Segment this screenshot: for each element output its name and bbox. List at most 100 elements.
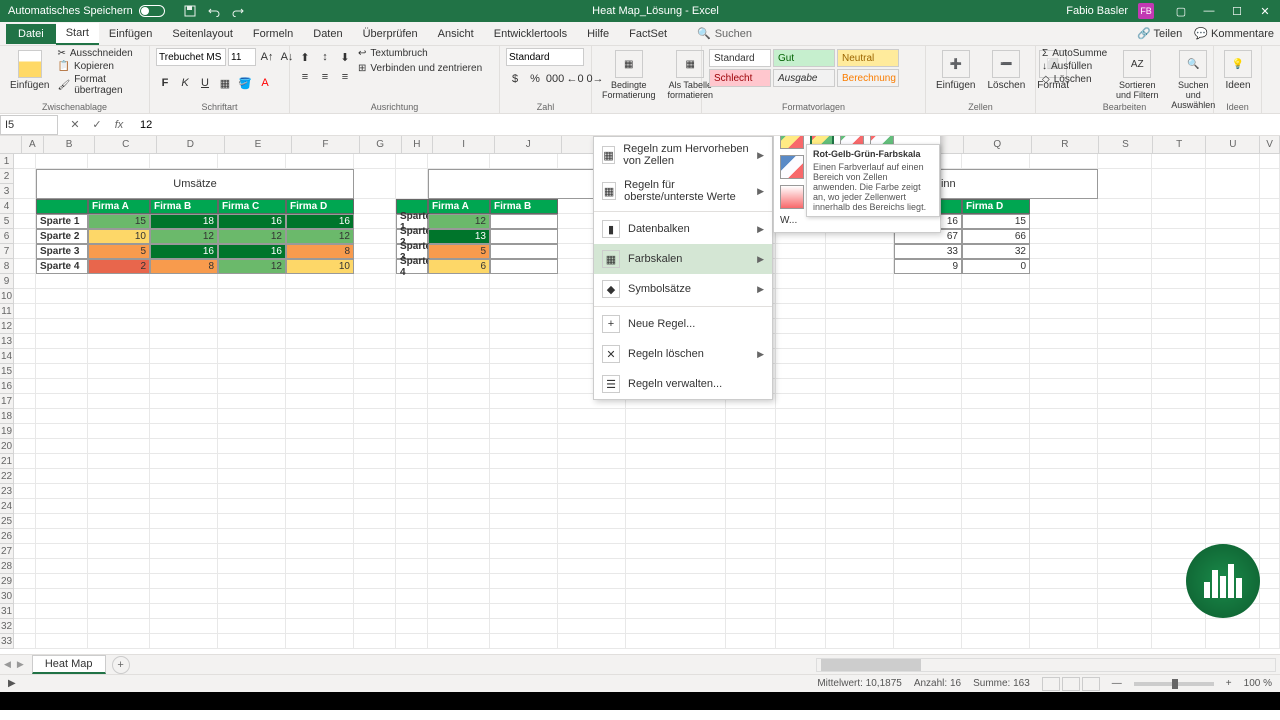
cell-T24[interactable]: [1152, 499, 1206, 514]
cell-I21[interactable]: [428, 454, 490, 469]
row-header-16[interactable]: 16: [0, 379, 14, 394]
cell-U9[interactable]: [1206, 274, 1260, 289]
cell-I6[interactable]: 13: [428, 229, 490, 244]
cell-U33[interactable]: [1206, 634, 1260, 649]
cell-Q21[interactable]: [962, 454, 1030, 469]
cell-H13[interactable]: [396, 334, 428, 349]
row-header-30[interactable]: 30: [0, 589, 14, 604]
cell-F17[interactable]: [286, 394, 354, 409]
cell-G27[interactable]: [354, 544, 396, 559]
cell-V13[interactable]: [1260, 334, 1280, 349]
row-header-13[interactable]: 13: [0, 334, 14, 349]
delete-cells-button[interactable]: ➖Löschen: [983, 48, 1029, 93]
cell-U23[interactable]: [1206, 484, 1260, 499]
wrap-text-button[interactable]: ↩ Textumbruch: [358, 48, 482, 59]
italic-button[interactable]: K: [176, 74, 194, 92]
col-header-G[interactable]: G: [360, 136, 402, 153]
cell-D7[interactable]: 16: [150, 244, 218, 259]
cell-B32[interactable]: [36, 619, 88, 634]
number-format-select[interactable]: [506, 48, 584, 66]
scale-white-red[interactable]: [780, 185, 804, 209]
cell-R24[interactable]: [1030, 499, 1098, 514]
cell-D19[interactable]: [150, 424, 218, 439]
cell-F18[interactable]: [286, 409, 354, 424]
select-all-corner[interactable]: [0, 136, 22, 153]
cell-F21[interactable]: [286, 454, 354, 469]
cell-N27[interactable]: [776, 544, 826, 559]
cell-C31[interactable]: [88, 604, 150, 619]
cell-D26[interactable]: [150, 529, 218, 544]
cell-P31[interactable]: [894, 604, 962, 619]
cell-H24[interactable]: [396, 499, 428, 514]
cell-I9[interactable]: [428, 274, 490, 289]
cell-A12[interactable]: [14, 319, 36, 334]
cell-R6[interactable]: [1030, 229, 1098, 244]
cell-L32[interactable]: [626, 619, 726, 634]
cell-V33[interactable]: [1260, 634, 1280, 649]
fill-button[interactable]: ↓ Ausfüllen: [1042, 61, 1107, 72]
cell-G4[interactable]: [354, 199, 396, 214]
cell-H32[interactable]: [396, 619, 428, 634]
cell-E23[interactable]: [218, 484, 286, 499]
cell-B2[interactable]: Umsätze: [36, 169, 354, 199]
cell-P33[interactable]: [894, 634, 962, 649]
cell-K22[interactable]: [558, 469, 626, 484]
cell-M22[interactable]: [726, 469, 776, 484]
cell-U11[interactable]: [1206, 304, 1260, 319]
tab-factset[interactable]: FactSet: [619, 24, 677, 44]
row-header-21[interactable]: 21: [0, 454, 14, 469]
cell-S6[interactable]: [1098, 229, 1152, 244]
cell-N11[interactable]: [776, 304, 826, 319]
cell-B13[interactable]: [36, 334, 88, 349]
cell-K21[interactable]: [558, 454, 626, 469]
cell-K32[interactable]: [558, 619, 626, 634]
cell-R5[interactable]: [1030, 214, 1098, 229]
cell-J18[interactable]: [490, 409, 558, 424]
cell-I1[interactable]: [428, 154, 490, 169]
row-header-23[interactable]: 23: [0, 484, 14, 499]
cell-B33[interactable]: [36, 634, 88, 649]
menu-new-rule[interactable]: +Neue Regel...: [594, 309, 772, 339]
zoom-in-icon[interactable]: +: [1226, 678, 1232, 689]
cell-P10[interactable]: [894, 289, 962, 304]
cell-G25[interactable]: [354, 514, 396, 529]
cell-D8[interactable]: 8: [150, 259, 218, 274]
row-header-31[interactable]: 31: [0, 604, 14, 619]
cell-I25[interactable]: [428, 514, 490, 529]
cell-T33[interactable]: [1152, 634, 1206, 649]
col-header-D[interactable]: D: [157, 136, 225, 153]
cell-I11[interactable]: [428, 304, 490, 319]
cell-E28[interactable]: [218, 559, 286, 574]
cell-A25[interactable]: [14, 514, 36, 529]
file-tab[interactable]: Datei: [6, 24, 56, 44]
cell-Q29[interactable]: [962, 574, 1030, 589]
cell-V10[interactable]: [1260, 289, 1280, 304]
cell-U12[interactable]: [1206, 319, 1260, 334]
cell-O11[interactable]: [826, 304, 894, 319]
cell-P17[interactable]: [894, 394, 962, 409]
cell-P20[interactable]: [894, 439, 962, 454]
cell-D1[interactable]: [150, 154, 218, 169]
cell-G23[interactable]: [354, 484, 396, 499]
cell-B23[interactable]: [36, 484, 88, 499]
cell-N28[interactable]: [776, 559, 826, 574]
cell-R33[interactable]: [1030, 634, 1098, 649]
cell-E15[interactable]: [218, 364, 286, 379]
cell-Q19[interactable]: [962, 424, 1030, 439]
cell-D32[interactable]: [150, 619, 218, 634]
cell-N32[interactable]: [776, 619, 826, 634]
cell-A28[interactable]: [14, 559, 36, 574]
style-gut[interactable]: Gut: [773, 49, 835, 67]
cell-D31[interactable]: [150, 604, 218, 619]
maximize-icon[interactable]: ☐: [1230, 4, 1244, 18]
cell-D9[interactable]: [150, 274, 218, 289]
cell-T10[interactable]: [1152, 289, 1206, 304]
cell-V7[interactable]: [1260, 244, 1280, 259]
cell-N31[interactable]: [776, 604, 826, 619]
cell-Q14[interactable]: [962, 349, 1030, 364]
cell-R4[interactable]: [1030, 199, 1098, 214]
cell-I5[interactable]: 12: [428, 214, 490, 229]
menu-data-bars[interactable]: ▮Datenbalken▶: [594, 214, 772, 244]
cell-Q23[interactable]: [962, 484, 1030, 499]
cell-D22[interactable]: [150, 469, 218, 484]
